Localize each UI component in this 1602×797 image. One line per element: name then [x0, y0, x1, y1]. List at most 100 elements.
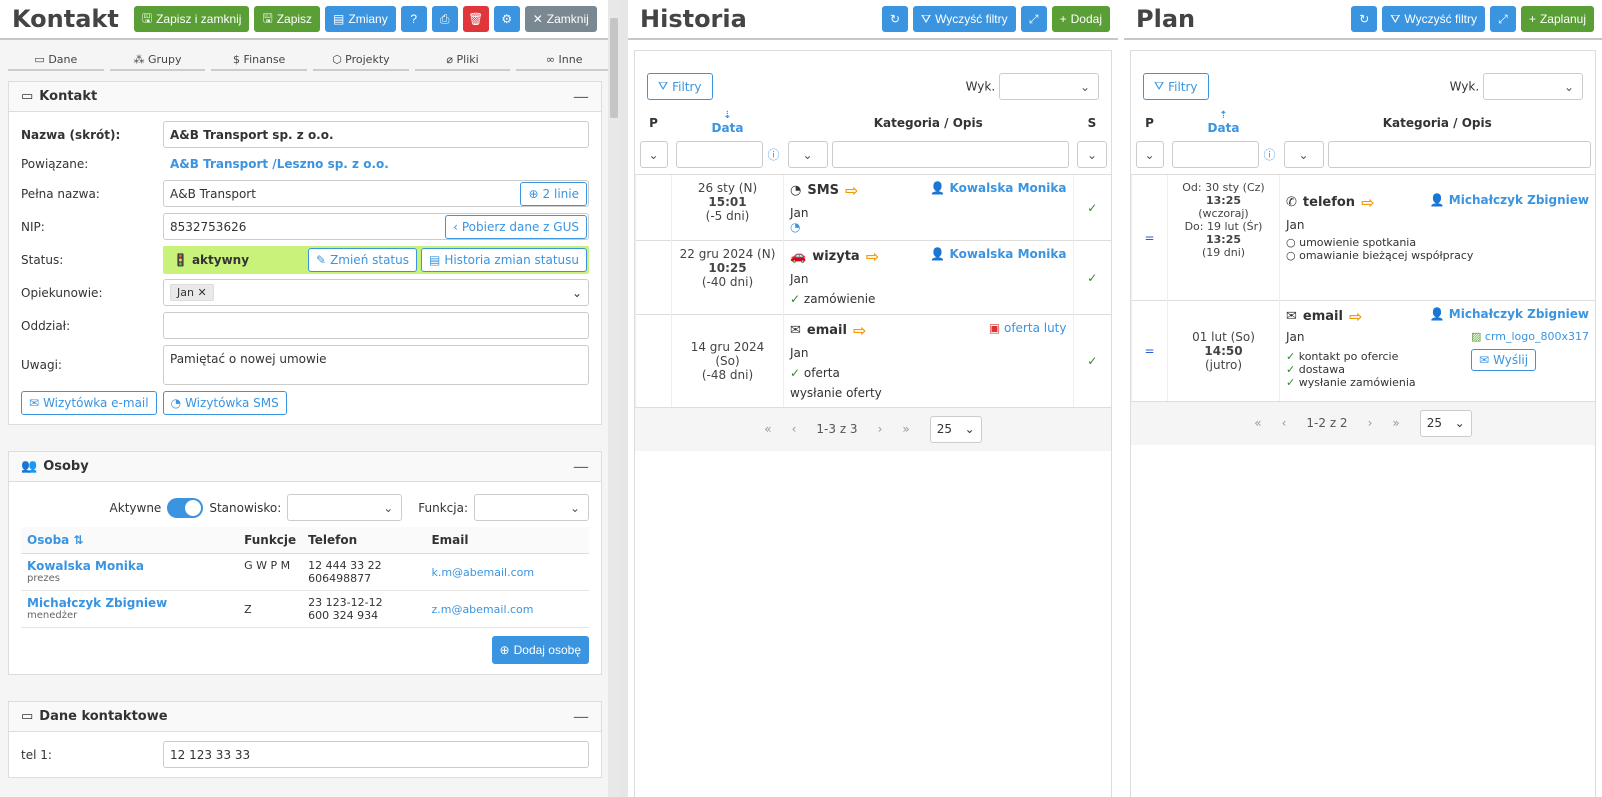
first-page-button[interactable]: «	[764, 422, 771, 436]
expand-button[interactable]: ⤢	[1020, 6, 1047, 32]
next-page-button[interactable]: ›	[878, 422, 883, 436]
nip-input[interactable]: 8532753626	[170, 220, 246, 234]
date-filter[interactable]	[675, 141, 764, 168]
col-telefon: Telefon	[302, 527, 426, 554]
collapse-button[interactable]: —	[573, 87, 589, 106]
help-icon[interactable]: ⓘ	[1263, 146, 1275, 163]
email-card-button[interactable]: ✉ Wizytówka e-mail	[21, 391, 157, 415]
page-size-select[interactable]: 25 ⌄	[929, 415, 982, 443]
related-link[interactable]: A&B Transport /Leszno sp. z o.o.	[163, 157, 389, 171]
name-input[interactable]: A&B Transport sp. z o.o.	[163, 121, 589, 148]
envelope-icon: ✉	[29, 396, 40, 410]
col-data[interactable]: ⇡ Data	[1168, 106, 1280, 139]
wyk-select[interactable]: ⌄	[1483, 73, 1583, 100]
p-filter[interactable]: ⌄	[1135, 141, 1164, 168]
table-row: Kowalska Monika prezes G W P M 12 444 33 …	[21, 553, 589, 591]
last-page-button[interactable]: »	[902, 422, 909, 436]
function-select[interactable]: ⌄	[474, 494, 589, 521]
table-row[interactable]: = Od: 30 sty (Cz) 13:25 (wczoraj) Do: 19 lu…	[1131, 174, 1595, 301]
table-row[interactable]: = 01 lut (So) 14:50 (jutro) ✉ email ⇨ 👤 Micha…	[1131, 300, 1595, 401]
tab-grupy[interactable]: ⁂ Grupy	[109, 50, 206, 71]
delete-button[interactable]: 🗑	[462, 6, 489, 32]
wyk-select[interactable]: ⌄	[999, 73, 1099, 100]
add-history-button[interactable]: + Dodaj	[1051, 6, 1110, 32]
collapse-button[interactable]: —	[573, 457, 589, 476]
change-status-button[interactable]: ✎ Zmień status	[308, 247, 417, 272]
settings-button[interactable]: ⚙	[493, 6, 520, 32]
person-email[interactable]: k.m@abemail.com	[431, 566, 534, 579]
description-filter[interactable]	[831, 141, 1069, 168]
task-item[interactable]: ○ omawianie bieżącej współpracy	[1286, 249, 1589, 262]
position-select[interactable]: ⌄	[287, 494, 403, 521]
clear-filters-button[interactable]: ⛛ Wyczyść filtry	[1382, 6, 1485, 32]
file-link[interactable]: ▨ crm_logo_800x317	[1471, 330, 1589, 343]
print-button[interactable]: ⎙	[431, 6, 458, 32]
changes-button[interactable]: ▤ Zmiany	[325, 6, 396, 32]
person-link[interactable]: 👤 Kowalska Monika	[930, 247, 1066, 266]
prev-page-button[interactable]: ‹	[792, 422, 797, 436]
person-link[interactable]: Kowalska Monika	[27, 559, 232, 573]
help-button[interactable]: ?	[400, 6, 427, 32]
sms-card-button[interactable]: ◔ Wizytówka SMS	[162, 391, 287, 415]
guardians-select[interactable]: Jan ✕ ⌄	[163, 279, 589, 306]
table-row[interactable]: 14 gru 2024 (So) (-48 dni) ✉ email ⇨ ▣ ofert…	[635, 314, 1111, 407]
task-item[interactable]: ○ umowienie spotkania	[1286, 236, 1589, 249]
table-row[interactable]: 22 gru 2024 (N) 10:25 (-40 dni) 🚗 wizyta ⇨ 👤 …	[635, 240, 1111, 315]
person-link[interactable]: 👤 Kowalska Monika	[930, 181, 1066, 200]
category-filter[interactable]: ⌄	[787, 141, 828, 168]
expand-button[interactable]: ⤢	[1489, 6, 1516, 32]
refresh-button[interactable]: ↻	[881, 6, 908, 32]
two-lines-button[interactable]: ⊕ 2 linie	[520, 181, 587, 206]
collapse-button[interactable]: —	[573, 707, 589, 726]
tab-pliki[interactable]: ⌀ Pliki	[414, 50, 511, 71]
description-filter[interactable]	[1327, 141, 1591, 168]
tab-finanse[interactable]: $ Finanse	[211, 50, 308, 71]
person-link[interactable]: 👤 Michałczyk Zbigniew	[1430, 307, 1589, 326]
scrollbar[interactable]	[608, 0, 620, 797]
list-icon: ▤	[428, 252, 441, 267]
add-person-button[interactable]: ⊕ Dodaj osobę	[491, 636, 589, 664]
plan-time-from: 13:25	[1205, 194, 1241, 207]
first-page-button[interactable]: «	[1254, 416, 1261, 430]
history-grid: ⛛ Filtry Wyk. ⌄ P ⇣ Data Kategoria / Opis S ⌄…	[634, 50, 1112, 797]
tab-inne[interactable]: ∞ Inne	[516, 50, 613, 71]
branch-input[interactable]	[163, 312, 589, 339]
person-link[interactable]: 👤 Michałczyk Zbigniew	[1430, 193, 1589, 212]
filters-button[interactable]: ⛛ Filtry	[647, 73, 713, 100]
s-filter[interactable]: ⌄	[1077, 141, 1107, 168]
phone-input[interactable]: 12 123 33 33	[163, 741, 589, 768]
branch-label: Oddział:	[21, 318, 71, 333]
gus-button[interactable]: ‹ Pobierz dane z GUS	[445, 214, 587, 239]
tab-dane[interactable]: ▭ Dane	[8, 50, 104, 71]
refresh-button[interactable]: ↻	[1351, 6, 1378, 32]
notes-textarea[interactable]: Pamiętać o nowej umowie	[163, 345, 589, 385]
filters-button[interactable]: ⛛ Filtry	[1143, 73, 1209, 100]
save-close-button[interactable]: 🖫 Zapisz i zamknij	[133, 6, 250, 32]
last-page-button[interactable]: »	[1392, 416, 1399, 430]
col-osoba[interactable]: Osoba ⇅	[21, 527, 239, 554]
person-email[interactable]: z.m@abemail.com	[431, 603, 533, 616]
fullname-input[interactable]: A&B Transport	[170, 187, 256, 201]
active-toggle[interactable]	[167, 497, 204, 518]
tab-projekty[interactable]: ⬡ Projekty	[313, 50, 409, 71]
category-filter[interactable]: ⌄	[1283, 141, 1324, 168]
person-link[interactable]: Michałczyk Zbigniew	[27, 596, 232, 610]
close-button[interactable]: ✕ Zamknij	[524, 6, 597, 32]
col-data[interactable]: ⇣ Data	[672, 106, 784, 139]
groups-icon: ⁂	[133, 53, 145, 66]
attachment-link[interactable]: ▣ oferta luty	[989, 321, 1067, 340]
clear-filters-button[interactable]: ⛛ Wyczyść filtry	[912, 6, 1016, 32]
date-filter[interactable]	[1171, 141, 1260, 168]
remove-icon[interactable]: ✕	[197, 286, 206, 299]
send-button[interactable]: ✉ Wyślij	[1471, 349, 1537, 371]
p-filter[interactable]: ⌄	[639, 141, 668, 168]
page-size-select[interactable]: 25 ⌄	[1419, 409, 1472, 437]
next-page-button[interactable]: ›	[1368, 416, 1373, 430]
scrollbar-thumb[interactable]	[610, 18, 618, 118]
table-row[interactable]: 26 sty (N) 15:01 (-5 dni) ◔ SMS ⇨ 👤 Kowalska …	[635, 174, 1111, 241]
save-button[interactable]: 🖫 Zapisz	[254, 6, 321, 32]
schedule-button[interactable]: + Zaplanuj	[1520, 6, 1594, 32]
help-icon[interactable]: ⓘ	[767, 146, 779, 163]
prev-page-button[interactable]: ‹	[1282, 416, 1287, 430]
status-history-button[interactable]: ▤ Historia zmian statusu	[420, 247, 587, 272]
